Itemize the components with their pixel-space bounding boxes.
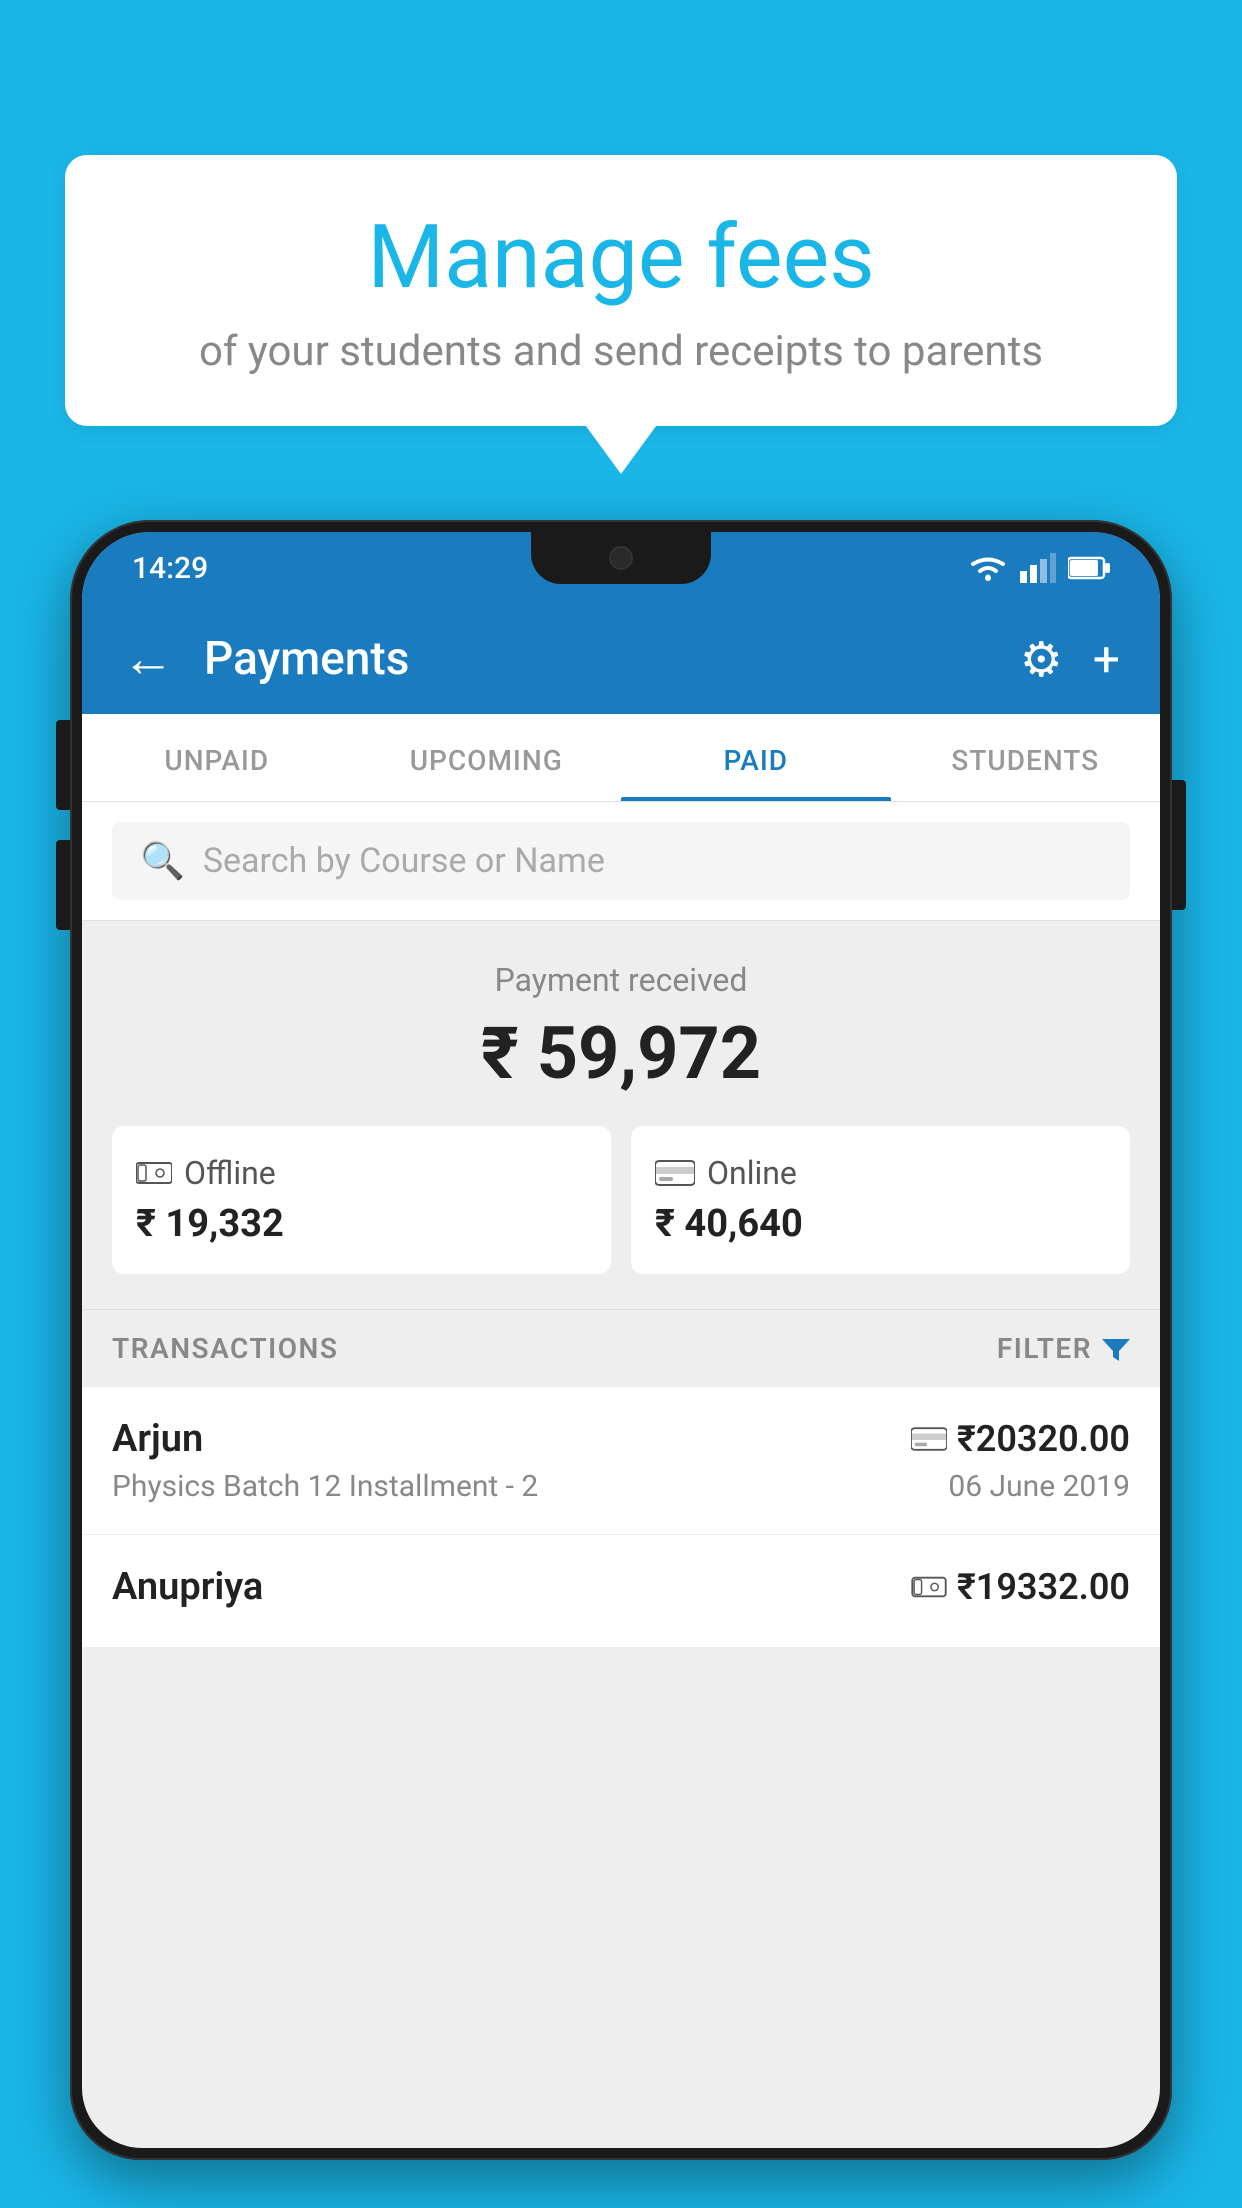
search-box[interactable]: 🔍 Search by Course or Name [112,822,1130,900]
search-placeholder: Search by Course or Name [203,841,605,881]
transaction-top-1: Arjun ₹20320.00 [112,1417,1130,1461]
transaction-amount-2: ₹19332.00 [957,1566,1130,1608]
transaction-course-1: Physics Batch 12 Installment - 2 [112,1469,538,1504]
transaction-bottom-1: Physics Batch 12 Installment - 2 06 June… [112,1469,1130,1504]
signal-icon [1020,553,1056,583]
tab-students[interactable]: STUDENTS [891,714,1161,801]
transaction-name-1: Arjun [112,1417,203,1461]
tab-paid[interactable]: PAID [621,714,891,801]
transactions-header: TRANSACTIONS FILTER [82,1309,1160,1387]
filter-label: FILTER [997,1332,1092,1365]
online-card-header: Online [655,1154,1106,1192]
transaction-cash-icon-2 [911,1574,947,1600]
online-card: Online ₹ 40,640 [631,1126,1130,1274]
search-icon: 🔍 [140,840,185,882]
payment-total-amount: ₹ 59,972 [112,1011,1130,1096]
cash-icon [136,1159,172,1187]
wifi-icon [968,553,1008,583]
tab-unpaid[interactable]: UNPAID [82,714,352,801]
status-time: 14:29 [132,551,208,586]
battery-icon [1068,556,1110,580]
bubble-subtitle: of your students and send receipts to pa… [125,327,1117,376]
offline-card: Offline ₹ 19,332 [112,1126,611,1274]
transaction-name-2: Anupriya [112,1565,263,1609]
settings-button[interactable]: ⚙ [1020,631,1063,688]
transaction-amount-row-2: ₹19332.00 [911,1566,1130,1608]
card-icon [655,1159,695,1187]
transactions-label: TRANSACTIONS [112,1332,338,1365]
camera [609,546,633,570]
online-amount: ₹ 40,640 [655,1202,1106,1246]
transaction-date-1: 06 June 2019 [948,1469,1130,1504]
phone-wrapper: 14:29 [70,520,1172,2208]
offline-label: Offline [184,1154,276,1192]
app-bar-title: Payments [204,632,990,686]
app-bar-actions: ⚙ + [1020,631,1120,688]
status-icons [968,553,1110,583]
payment-cards: Offline ₹ 19,332 Online [112,1126,1130,1274]
transaction-amount-1: ₹20320.00 [957,1418,1130,1460]
phone-inner: 14:29 [82,532,1160,2148]
tab-upcoming[interactable]: UPCOMING [352,714,622,801]
transaction-row-2: Anupriya ₹19332.00 [82,1535,1160,1648]
speech-bubble: Manage fees of your students and send re… [65,155,1177,426]
transaction-row: Arjun ₹20320.00 Physics Batch 12 Install… [82,1387,1160,1535]
tabs-container: UNPAID UPCOMING PAID STUDENTS [82,714,1160,802]
offline-card-header: Offline [136,1154,587,1192]
payment-received-label: Payment received [112,961,1130,999]
status-bar: 14:29 [82,532,1160,604]
bubble-title: Manage fees [125,210,1117,307]
add-button[interactable]: + [1093,631,1120,688]
transaction-card-icon-1 [911,1426,947,1452]
transaction-top-2: Anupriya ₹19332.00 [112,1565,1130,1609]
search-container: 🔍 Search by Course or Name [82,802,1160,921]
online-label: Online [707,1154,797,1192]
offline-amount: ₹ 19,332 [136,1202,587,1246]
notch [531,532,711,584]
filter-icon [1102,1335,1130,1363]
back-button[interactable]: ← [122,633,174,685]
phone-outer: 14:29 [70,520,1172,2160]
filter-button[interactable]: FILTER [997,1332,1130,1365]
app-bar: ← Payments ⚙ + [82,604,1160,714]
transaction-amount-row-1: ₹20320.00 [911,1418,1130,1460]
speech-bubble-container: Manage fees of your students and send re… [65,155,1177,426]
payment-summary: Payment received ₹ 59,972 Offline [82,921,1160,1309]
